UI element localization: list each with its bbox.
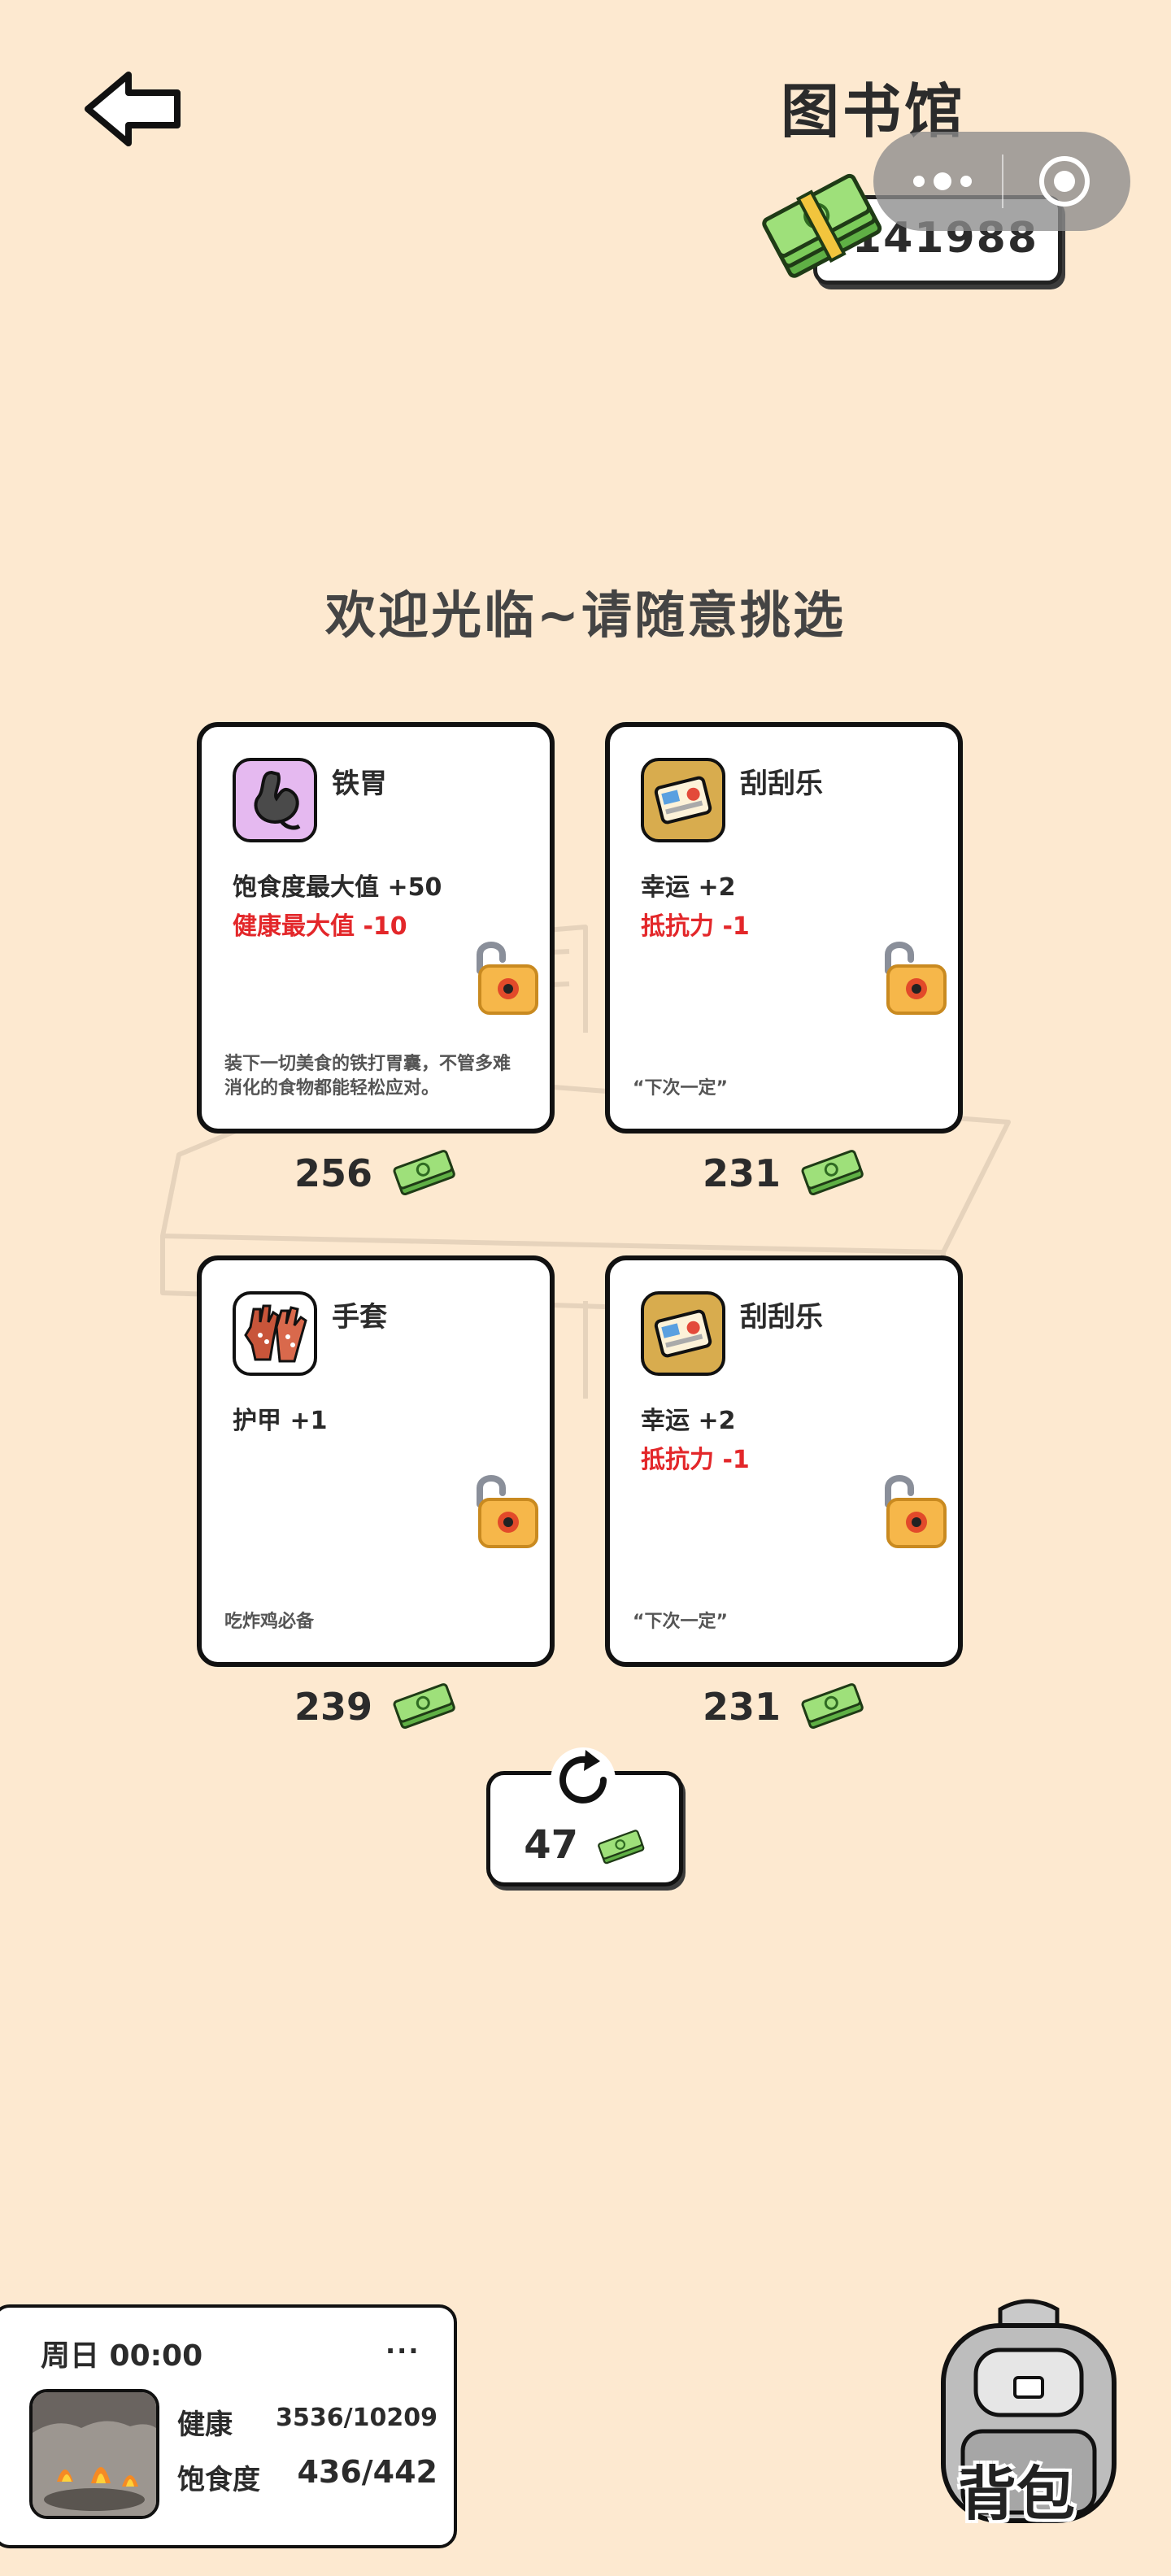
item-price[interactable]: 256 [197,1148,555,1198]
refresh-icon[interactable] [546,1743,620,1817]
player-avatar [29,2389,159,2519]
refresh-cost: 47 [490,1822,679,1868]
item-stat-positive: 幸运 +2 [641,873,736,902]
cash-icon [801,1149,864,1195]
refresh-cost-value: 47 [524,1822,579,1868]
item-stat-negative: 抵抗力 -1 [641,912,750,941]
satiety-value: 436/442 [297,2454,437,2490]
game-time: 周日 00:00 [41,2339,203,2373]
unlocked-padlock-icon[interactable] [877,935,950,1016]
price-value: 239 [294,1684,372,1729]
unlocked-padlock-icon[interactable] [468,1469,542,1550]
item-stat-negative: 抵抗力 -1 [641,1446,750,1474]
item-name: 铁胃 [332,768,387,800]
gloves-icon [233,1291,317,1376]
item-stat-positive: 幸运 +2 [641,1407,736,1435]
backpack-button[interactable]: 背包 [911,2293,1147,2537]
lottery-ticket-icon [641,758,725,842]
item-name: 刮刮乐 [740,768,823,800]
backpack-label: 背包 [958,2460,1076,2528]
item-stat-positive: 护甲 +1 [233,1407,328,1435]
item-name: 刮刮乐 [740,1301,823,1334]
mini-program-capsule [873,132,1130,231]
unlocked-padlock-icon[interactable] [468,935,542,1016]
target-close-icon[interactable] [1036,153,1093,210]
shop-item-card[interactable]: 刮刮乐 幸运 +2 抵抗力 -1 “下次一定” [605,1255,963,1667]
satiety-label: 饱食度 [177,2464,260,2496]
item-price[interactable]: 239 [197,1682,555,1731]
item-stat-negative: 健康最大值 -10 [233,912,407,941]
shop-item-card[interactable]: 刮刮乐 幸运 +2 抵抗力 -1 “下次一定” [605,722,963,1134]
welcome-text: 欢迎光临~请随意挑选 [325,585,846,645]
item-description: “下次一定” [633,1078,728,1099]
shop-item-card[interactable]: 铁胃 饱食度最大值 +50 健康最大值 -10 装下一切美食的铁打胃囊，不管多难… [197,722,555,1134]
status-more-button[interactable]: ··· [385,2335,420,2366]
back-arrow-icon[interactable] [81,68,187,150]
cash-icon [393,1682,455,1729]
health-value: 3536/10209 [276,2404,437,2432]
player-status-panel: 周日 00:00 ··· 健康 3536/10209 饱食度 436/442 [0,2304,457,2548]
lottery-ticket-icon [641,1291,725,1376]
price-value: 256 [294,1151,372,1195]
item-description: 装下一切美食的铁打胃囊，不管多难消化的食物都能轻松应对。 [224,1054,511,1099]
item-price[interactable]: 231 [605,1148,963,1198]
price-value: 231 [702,1151,781,1195]
cash-icon [801,1682,864,1729]
price-value: 231 [702,1684,781,1729]
more-dots-icon[interactable] [906,156,979,207]
cash-icon [597,1830,645,1865]
item-description: “下次一定” [633,1612,728,1632]
item-description: 吃炸鸡必备 [224,1612,315,1632]
health-label: 健康 [177,2408,233,2441]
item-stat-positive: 饱食度最大值 +50 [233,873,442,902]
shop-item-card[interactable]: 手套 护甲 +1 吃炸鸡必备 [197,1255,555,1667]
stomach-icon [233,758,317,842]
cash-icon [393,1149,455,1195]
item-price[interactable]: 231 [605,1682,963,1731]
cash-stack-icon [762,173,882,278]
unlocked-padlock-icon[interactable] [877,1469,950,1550]
item-name: 手套 [332,1301,387,1334]
